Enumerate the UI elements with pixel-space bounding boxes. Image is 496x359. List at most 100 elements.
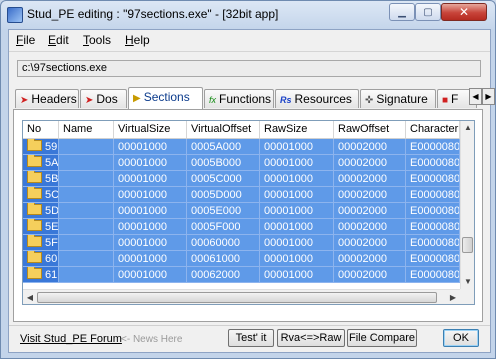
tab-label: Functions xyxy=(219,92,272,106)
cell-characteristics: E0000080 xyxy=(406,235,460,251)
cell-virtualoffset: 0005C000 xyxy=(187,171,260,187)
cell-virtualoffset: 0005E000 xyxy=(187,203,260,219)
menu-edit[interactable]: Edit xyxy=(48,33,69,47)
table-row[interactable]: 61 00001000 00062000 00001000 00002000 E… xyxy=(23,267,460,283)
cell-rawsize: 00001000 xyxy=(260,187,334,203)
table-row[interactable]: 5E 00001000 0005F000 00001000 00002000 E… xyxy=(23,219,460,235)
folder-icon xyxy=(27,235,42,247)
table-row[interactable]: 5F 00001000 00060000 00001000 00002000 E… xyxy=(23,235,460,251)
cell-name xyxy=(59,267,114,283)
cell-no: 5D xyxy=(23,203,59,219)
cell-virtualoffset: 0005D000 xyxy=(187,187,260,203)
vertical-scroll-thumb[interactable] xyxy=(462,237,473,253)
ok-button[interactable]: OK xyxy=(443,329,479,347)
folder-icon xyxy=(27,139,42,151)
test-it-button[interactable]: Test' it xyxy=(228,329,274,347)
cell-virtualsize: 00001000 xyxy=(114,155,187,171)
scroll-down-arrow-icon[interactable]: ▼ xyxy=(461,275,474,289)
cell-name xyxy=(59,139,114,155)
column-header-virtualoffset[interactable]: VirtualOffset xyxy=(187,121,260,138)
cell-virtualoffset: 0005B000 xyxy=(187,155,260,171)
red-flag-icon: ➤ xyxy=(85,95,94,106)
tab-sections[interactable]: ▶ Sections xyxy=(128,87,203,109)
cell-rawoffset: 00002000 xyxy=(334,187,406,203)
column-header-characteristics[interactable]: Characteri... xyxy=(406,121,460,138)
cell-name xyxy=(59,171,114,187)
forum-link[interactable]: Visit Stud_PE Forum xyxy=(20,333,122,345)
scroll-up-arrow-icon[interactable]: ▲ xyxy=(461,121,474,135)
column-header-rawoffset[interactable]: RawOffset xyxy=(334,121,406,138)
fx-icon: fx xyxy=(209,95,217,105)
cell-name xyxy=(59,251,114,267)
file-path-field[interactable]: c:\97sections.exe xyxy=(17,60,481,77)
client-area: File Edit Tools Help c:\97sections.exe ➤… xyxy=(8,29,495,353)
app-icon xyxy=(7,7,23,23)
folder-icon xyxy=(27,267,42,279)
tab-resources[interactable]: Rs Resources xyxy=(275,89,359,108)
sections-panel: No Name VirtualSize VirtualOffset RawSiz… xyxy=(13,109,483,322)
cell-characteristics: E0000080 xyxy=(406,219,460,235)
cell-rawoffset: 00002000 xyxy=(334,251,406,267)
folder-icon xyxy=(27,203,42,215)
tab-signature[interactable]: ✜ Signature xyxy=(360,89,436,108)
table-row[interactable]: 60 00001000 00061000 00001000 00002000 E… xyxy=(23,251,460,267)
column-header-no[interactable]: No xyxy=(23,121,59,138)
file-compare-button[interactable]: File Compare xyxy=(347,329,417,347)
table-row[interactable]: 5B 00001000 0005C000 00001000 00002000 E… xyxy=(23,171,460,187)
cell-name xyxy=(59,235,114,251)
scroll-left-arrow-icon[interactable]: ◀ xyxy=(23,290,37,304)
cell-no: 5F xyxy=(23,235,59,251)
cell-characteristics: E0000080 xyxy=(406,139,460,155)
tab-label: Resources xyxy=(294,92,352,106)
table-row[interactable]: 5A 00001000 0005B000 00001000 00002000 E… xyxy=(23,155,460,171)
column-header-name[interactable]: Name xyxy=(59,121,114,138)
folder-icon xyxy=(27,187,42,199)
pin-icon: ✜ xyxy=(365,95,374,106)
tab-scroll-right-button[interactable]: ▶ xyxy=(482,88,495,105)
cell-no: 60 xyxy=(23,251,59,267)
table-row[interactable]: 59 00001000 0005A000 00001000 00002000 E… xyxy=(23,139,460,155)
sections-table[interactable]: No Name VirtualSize VirtualOffset RawSiz… xyxy=(22,120,475,305)
scroll-right-arrow-icon[interactable]: ▶ xyxy=(446,290,460,304)
cell-characteristics: E0000080 xyxy=(406,267,460,283)
tab-label: Headers xyxy=(31,92,77,106)
cell-rawoffset: 00002000 xyxy=(334,203,406,219)
footer-divider xyxy=(9,325,490,326)
vertical-scrollbar[interactable]: ▲ ▼ xyxy=(460,121,474,289)
news-link[interactable]: <- News Here xyxy=(121,334,182,345)
menu-file[interactable]: File xyxy=(16,33,35,47)
cell-virtualoffset: 00062000 xyxy=(187,267,260,283)
folder-icon xyxy=(27,219,42,231)
menu-tools[interactable]: Tools xyxy=(83,33,111,47)
table-row[interactable]: 5D 00001000 0005E000 00001000 00002000 E… xyxy=(23,203,460,219)
menu-help[interactable]: Help xyxy=(125,33,150,47)
maximize-button[interactable]: ▢ xyxy=(415,3,441,21)
rva-raw-button[interactable]: Rva<=>Raw xyxy=(277,329,345,347)
cell-no: 61 xyxy=(23,267,59,283)
cell-rawsize: 00001000 xyxy=(260,235,334,251)
horizontal-scroll-thumb[interactable] xyxy=(37,292,437,303)
cell-rawsize: 00001000 xyxy=(260,251,334,267)
column-header-virtualsize[interactable]: VirtualSize xyxy=(114,121,187,138)
cell-name xyxy=(59,219,114,235)
cell-characteristics: E0000080 xyxy=(406,155,460,171)
minimize-button[interactable]: ▁ xyxy=(389,3,415,21)
close-button[interactable]: ✕ xyxy=(441,3,487,21)
tab-label: Sections xyxy=(143,90,190,104)
red-flag-icon: ➤ xyxy=(20,95,29,106)
horizontal-scrollbar[interactable]: ◀ ▶ xyxy=(23,289,460,304)
cell-rawsize: 00001000 xyxy=(260,139,334,155)
tab-headers[interactable]: ➤ Headers xyxy=(15,89,79,108)
tab-dos[interactable]: ➤ Dos xyxy=(80,89,127,108)
folder-icon xyxy=(27,251,42,263)
column-header-rawsize[interactable]: RawSize xyxy=(260,121,334,138)
cell-virtualsize: 00001000 xyxy=(114,267,187,283)
tab-scroll-left-button[interactable]: ◀ xyxy=(469,88,482,105)
table-row[interactable]: 5C 00001000 0005D000 00001000 00002000 E… xyxy=(23,187,460,203)
cell-no: 59 xyxy=(23,139,59,155)
menu-bar: File Edit Tools Help xyxy=(9,30,490,50)
cell-characteristics: E0000080 xyxy=(406,187,460,203)
flag-icon: ■ xyxy=(442,95,449,106)
tab-functions[interactable]: fx Functions xyxy=(204,89,274,108)
title-bar[interactable]: Stud_PE editing : "97sections.exe" - [32… xyxy=(1,1,495,29)
